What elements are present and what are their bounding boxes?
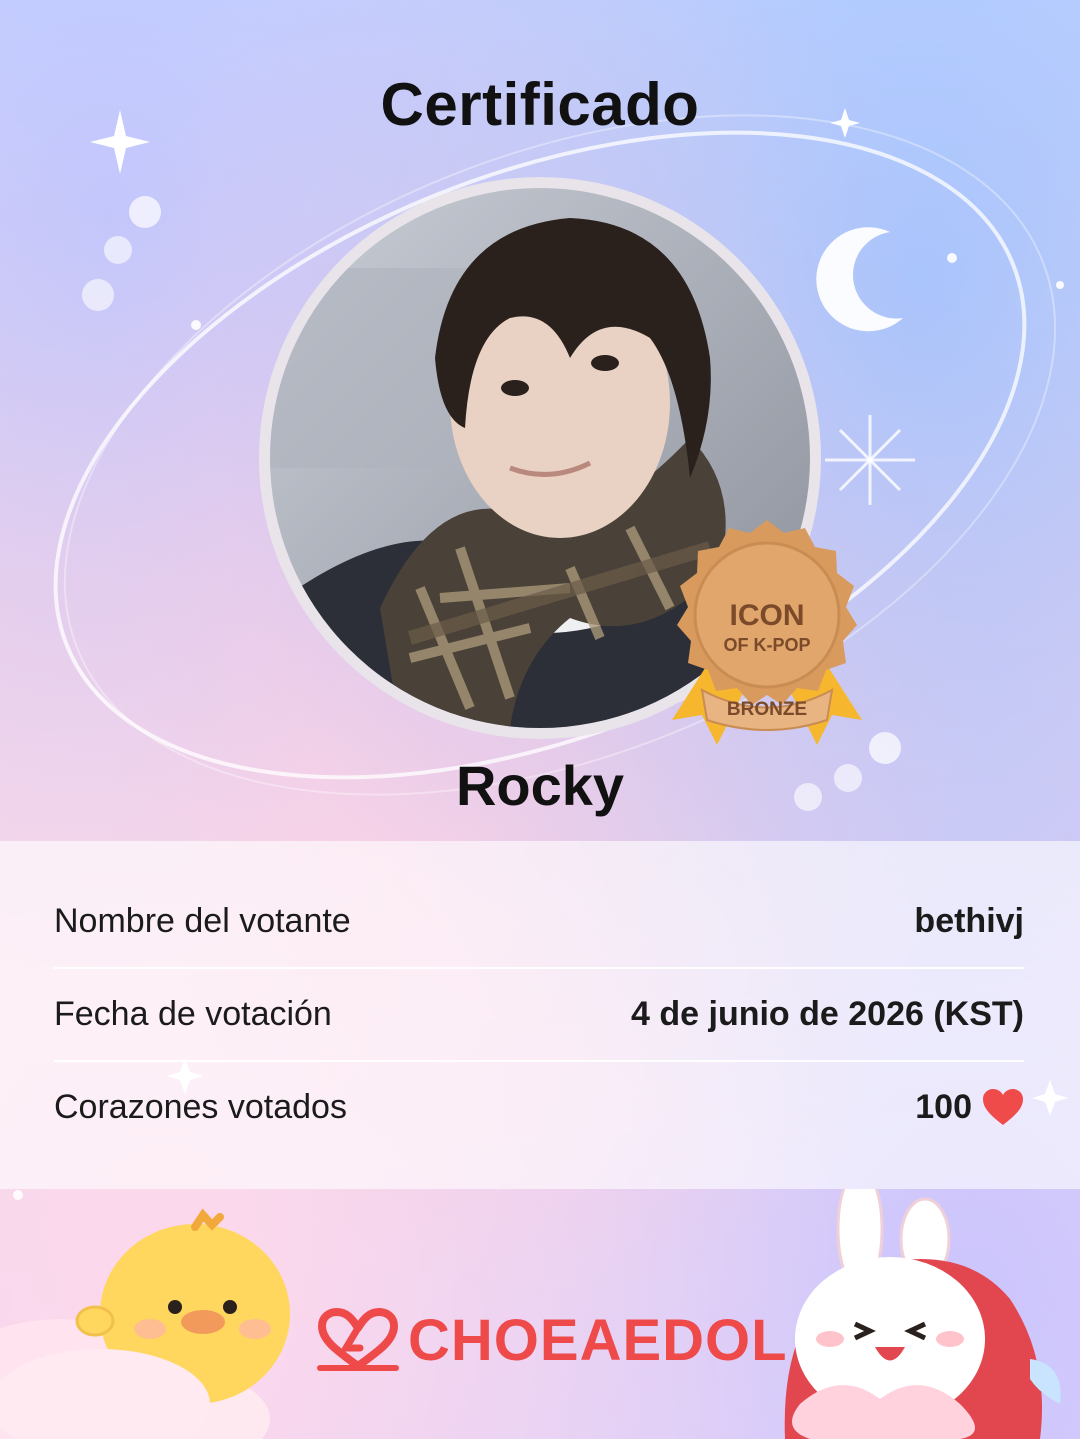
hearts-voted-value: 100: [915, 1087, 972, 1126]
hearts-voted-value-group: 100: [915, 1088, 1024, 1127]
bronze-medal-icon: ICON OF K-POP BRONZE: [662, 515, 872, 755]
brand-name: CHOEAEDOL: [408, 1307, 788, 1373]
heart-icon: [983, 1089, 1023, 1125]
bunny-mascot-icon: [784, 1189, 1061, 1439]
badge-tier: BRONZE: [727, 699, 807, 720]
choeaedol-logo-icon: [317, 1308, 399, 1371]
hearts-voted-label: Corazones votados: [54, 1087, 347, 1126]
moon-icon: [816, 227, 903, 332]
page-title: Certificado: [380, 71, 700, 138]
hearts-voted-row: Corazones votados 100: [54, 1061, 1024, 1153]
vote-date-row: Fecha de votación 4 de junio de 2026 (KS…: [54, 968, 1024, 1060]
vote-date-label: Fecha de votación: [54, 994, 332, 1033]
certificate-page: Certificado ICON OF K-POP BRONZE Rocky N…: [0, 0, 1080, 1439]
idol-name: Rocky: [455, 754, 625, 817]
voter-name-value: bethivj: [914, 901, 1024, 940]
choeaedol-logo: CHOEAEDOL: [316, 1307, 788, 1373]
vote-date-value: 4 de junio de 2026 (KST): [631, 994, 1024, 1033]
voter-name-row: Nombre del votante bethivj: [54, 875, 1024, 967]
voter-name-label: Nombre del votante: [54, 901, 351, 940]
badge-line2: OF K-POP: [723, 635, 810, 655]
badge-line1: ICON: [730, 599, 805, 632]
